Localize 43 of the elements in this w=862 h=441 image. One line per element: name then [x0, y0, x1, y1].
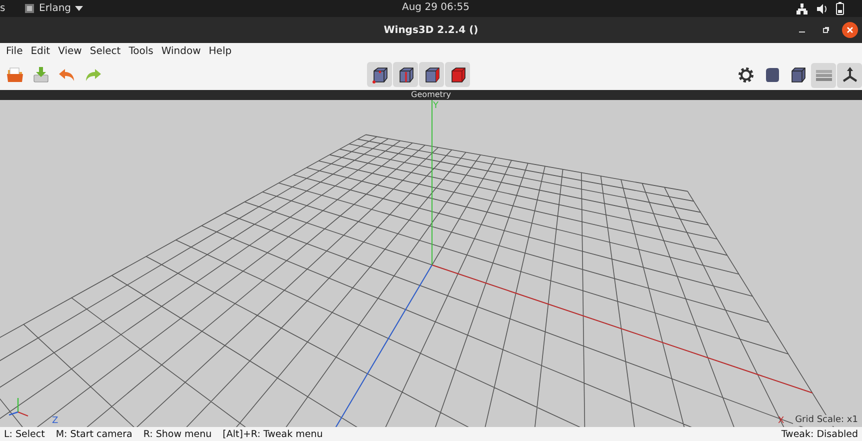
menu-item[interactable]: Tools — [124, 43, 158, 60]
face-mode-button[interactable] — [419, 62, 444, 87]
grid-scale-label: Grid Scale: x1 — [793, 415, 860, 426]
network-icon[interactable] — [796, 2, 808, 14]
vertex-mode-button[interactable] — [367, 62, 392, 87]
activities-label: s — [0, 3, 6, 14]
app-menu-button[interactable]: Erlang — [24, 3, 84, 14]
axis-gizmo-drawing — [8, 398, 28, 417]
menu-item[interactable]: Help — [204, 43, 236, 60]
menu-item[interactable]: Edit — [26, 43, 54, 60]
axes-toggle-button[interactable] — [837, 62, 862, 88]
clock[interactable]: Aug 29 06:55 — [402, 2, 470, 13]
edge-mode-cube-icon — [396, 66, 414, 84]
z-axis-label: Z — [52, 416, 58, 426]
viewport-title: Geometry — [411, 90, 451, 99]
body-mode-cube-icon — [448, 66, 466, 84]
app-icon — [24, 3, 35, 14]
status-hint: R: Show menu — [143, 428, 212, 440]
status-hint: [Alt]+R: Tweak menu — [222, 428, 323, 440]
close-button[interactable] — [842, 22, 858, 38]
status-hint: M: Start camera — [56, 428, 132, 440]
edge-mode-button[interactable] — [393, 62, 418, 87]
axes-icon — [840, 66, 858, 84]
face-mode-cube-icon — [422, 66, 440, 84]
restore-icon — [822, 26, 830, 34]
battery-icon[interactable] — [836, 2, 844, 15]
tweak-status: Tweak: Disabled — [781, 428, 858, 440]
settings-icon — [736, 66, 754, 84]
window-title: Wings3D 2.2.4 () — [384, 24, 478, 36]
menu-item[interactable]: View — [54, 43, 86, 60]
body-mode-button[interactable] — [445, 62, 470, 87]
folder-icon[interactable] — [6, 66, 24, 84]
cube-icon — [788, 66, 806, 84]
menu-item[interactable]: File — [2, 43, 27, 60]
menu-item[interactable]: Window — [157, 43, 205, 60]
volume-icon[interactable] — [816, 2, 828, 14]
caret-icon — [75, 6, 84, 11]
status-hint: L: Select — [4, 428, 45, 440]
vertex-mode-cube-icon — [370, 66, 388, 84]
close-icon — [846, 26, 854, 34]
y-axis-label: Y — [433, 101, 438, 111]
ground-toggle-button[interactable] — [811, 62, 836, 88]
menu-item[interactable]: Select — [86, 43, 125, 60]
